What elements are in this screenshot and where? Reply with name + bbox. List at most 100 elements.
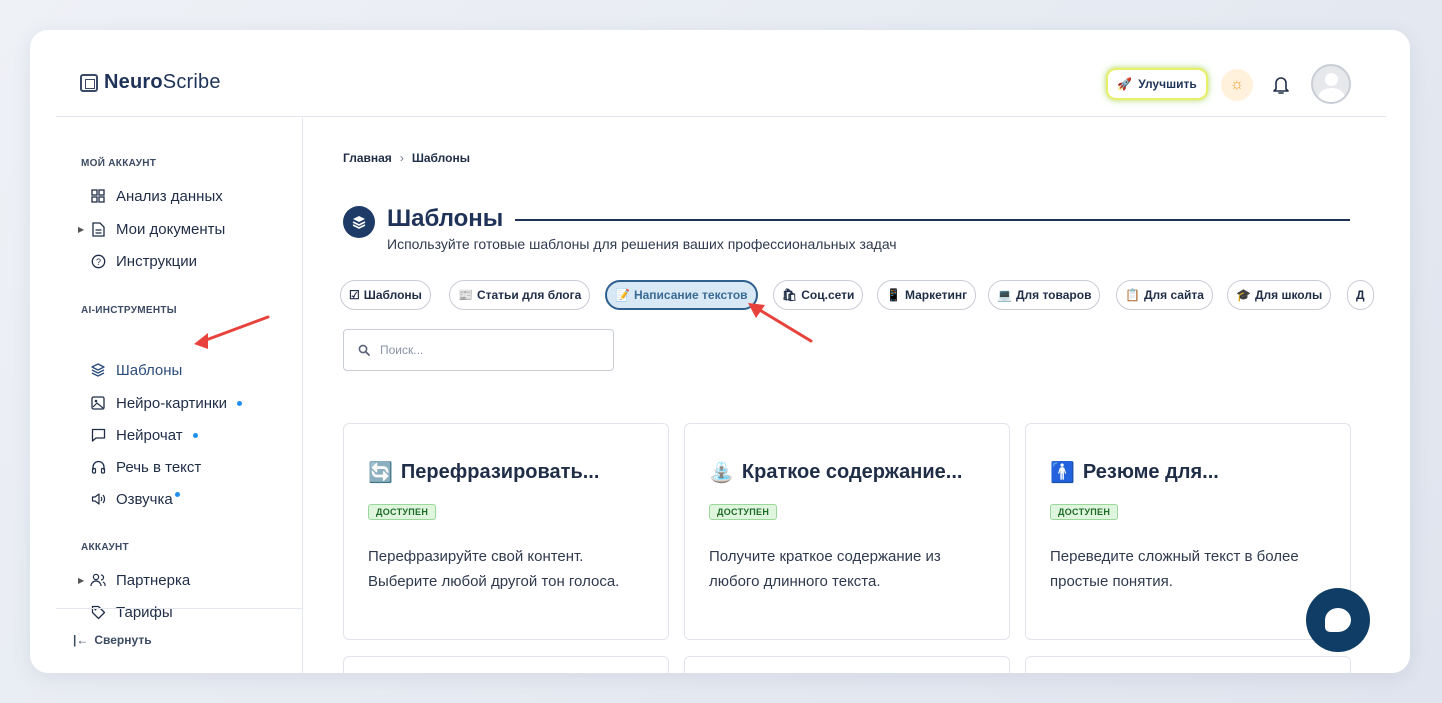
sidebar-item-my-documents[interactable]: ▶ Мои документы	[78, 217, 225, 241]
sidebar-item-label: Речь в текст	[116, 458, 202, 476]
collapse-sidebar-button[interactable]: |← Свернуть	[73, 633, 152, 647]
card-title: 🚹 Резюме для...	[1050, 460, 1219, 485]
status-badge: ДОСТУПЕН	[1050, 504, 1119, 520]
image-icon	[90, 395, 106, 411]
layers-icon	[90, 362, 106, 378]
sidebar-item-speech-to-text[interactable]: Речь в текст	[80, 455, 201, 479]
template-card-paraphrase[interactable]: 🔄 Перефразировать... ДОСТУПЕН Перефразир…	[343, 423, 669, 640]
top-header: NeuroScribe 🚀 Улучшить ☼	[56, 30, 1386, 117]
card-description: Перефразируйте свой контент. Выберите лю…	[368, 548, 620, 590]
sidebar-item-label: Анализ данных	[116, 187, 223, 205]
chip-label: Шаблоны	[363, 288, 422, 302]
sun-icon: ☼	[1229, 76, 1245, 93]
layers-icon	[343, 206, 375, 238]
checkbox-icon: ☑	[349, 288, 360, 302]
logo-icon	[80, 73, 98, 92]
headphones-icon	[90, 459, 106, 475]
document-icon	[90, 221, 106, 237]
category-chips: ☑ Шаблоны 📰 Статьи для блога 📝 Написание…	[340, 280, 1380, 312]
memo-icon: 📝	[615, 288, 630, 302]
chip-copywriting[interactable]: 📝 Написание текстов	[605, 280, 758, 310]
upgrade-label: Улучшить	[1138, 77, 1197, 91]
brand-name: NeuroScribe	[104, 71, 221, 93]
search-input[interactable]: Поиск...	[343, 329, 614, 371]
sidebar-item-data-analysis[interactable]: Анализ данных	[80, 184, 223, 208]
sidebar-item-neurochat[interactable]: Нейрочат	[80, 423, 198, 447]
phone-icon: 📱	[886, 288, 901, 302]
card-description: Получите краткое содержание из любого дл…	[709, 548, 941, 590]
support-chat-button[interactable]	[1306, 588, 1370, 652]
chip-school[interactable]: 🎓 Для школы	[1227, 280, 1332, 310]
sidebar-item-label: Нейрочат	[116, 426, 183, 444]
sidebar: МОЙ АККАУНТ Анализ данных ▶ Мои документ…	[56, 118, 303, 673]
chat-bubble-icon	[1325, 608, 1351, 632]
new-indicator-dot	[174, 491, 180, 497]
clipboard-icon: 📋	[1125, 288, 1140, 302]
caret-right-icon[interactable]: ▶	[78, 225, 84, 234]
card-title: 🔄 Перефразировать...	[368, 460, 599, 485]
sidebar-item-templates[interactable]: Шаблоны	[80, 358, 182, 382]
bell-icon	[1273, 77, 1289, 94]
sidebar-item-label: Шаблоны	[116, 361, 183, 379]
collapse-label: Свернуть	[94, 633, 152, 647]
upgrade-button[interactable]: 🚀 Улучшить	[1106, 68, 1208, 100]
sidebar-footer: |← Свернуть	[56, 608, 303, 673]
refresh-icon: 🔄	[368, 462, 393, 484]
page-subtitle: Используйте готовые шаблоны для решения …	[387, 236, 897, 252]
collapse-arrow-icon: |←	[73, 633, 89, 647]
chip-marketing[interactable]: 📱 Маркетинг	[877, 280, 977, 310]
card-title: ⛲ Краткое содержание...	[709, 460, 962, 485]
chip-website[interactable]: 📋 Для сайта	[1116, 280, 1213, 310]
template-card-resume[interactable]: 🚹 Резюме для... ДОСТУПЕН Переведите слож…	[1025, 423, 1351, 640]
sidebar-item-label: Партнерка	[116, 571, 191, 589]
title-divider	[515, 219, 1350, 221]
chip-blog-articles[interactable]: 📰 Статьи для блога	[449, 280, 591, 310]
section-title-account: АККАУНТ	[81, 542, 129, 553]
sidebar-item-label: Озвучка	[116, 490, 173, 508]
breadcrumb-separator-icon: ›	[399, 151, 404, 165]
logo[interactable]: NeuroScribe	[80, 71, 221, 94]
section-title-my-account: МОЙ АККАУНТ	[81, 158, 157, 169]
app-window: NeuroScribe 🚀 Улучшить ☼ МОЙ АККАУНТ Ана…	[30, 30, 1410, 673]
annotation-arrow	[748, 303, 813, 343]
section-title-ai-tools: AI-ИНСТРУМЕНТЫ	[81, 305, 177, 316]
status-badge: ДОСТУПЕН	[709, 504, 778, 520]
template-card-summary[interactable]: ⛲ Краткое содержание... ДОСТУПЕН Получит…	[684, 423, 1010, 640]
notifications-button[interactable]	[1266, 70, 1296, 100]
sidebar-item-label: Нейро-картинки	[116, 394, 227, 412]
chip-label: Написание текстов	[633, 288, 748, 302]
chip-templates[interactable]: ☑ Шаблоны	[340, 280, 431, 310]
new-indicator-dot	[236, 400, 242, 406]
sidebar-item-voiceover[interactable]: Озвучка	[80, 487, 180, 511]
svg-text:?: ?	[95, 257, 100, 267]
theme-toggle-button[interactable]: ☼	[1221, 69, 1253, 101]
chip-more[interactable]: Д	[1347, 280, 1374, 310]
card-title-text: Перефразировать...	[400, 461, 600, 483]
breadcrumb-home-link[interactable]: Главная	[343, 151, 392, 165]
caret-right-icon[interactable]: ▶	[78, 576, 84, 585]
chip-label: Для сайта	[1143, 288, 1204, 302]
new-indicator-dot	[192, 432, 198, 438]
card-description: Переведите сложный текст в более простые…	[1050, 548, 1299, 590]
template-card-partial[interactable]	[343, 656, 669, 673]
chip-label: Маркетинг	[904, 288, 968, 302]
graduation-icon: 🎓	[1236, 288, 1251, 302]
sidebar-item-partners[interactable]: ▶ Партнерка	[78, 568, 191, 592]
status-badge: ДОСТУПЕН	[368, 504, 437, 520]
chat-icon	[90, 427, 106, 443]
sidebar-item-instructions[interactable]: ? Инструкции	[80, 249, 197, 273]
speaker-icon	[90, 491, 106, 507]
fountain-icon: ⛲	[709, 462, 734, 484]
search-icon	[358, 344, 370, 356]
main-content: Главная › Шаблоны Шаблоны Используйте го…	[303, 118, 1386, 673]
chip-products[interactable]: 💻 Для товаров	[988, 280, 1101, 310]
laptop-icon: 💻	[997, 288, 1012, 302]
chip-label: Для товаров	[1015, 288, 1092, 302]
sidebar-item-neuro-images[interactable]: Нейро-картинки	[80, 391, 242, 415]
chip-label: Д	[1356, 288, 1365, 302]
template-card-partial[interactable]	[1025, 656, 1351, 673]
search-placeholder: Поиск...	[380, 343, 424, 357]
chip-label: Статьи для блога	[476, 288, 582, 302]
avatar[interactable]	[1311, 64, 1351, 104]
template-card-partial[interactable]	[684, 656, 1010, 673]
